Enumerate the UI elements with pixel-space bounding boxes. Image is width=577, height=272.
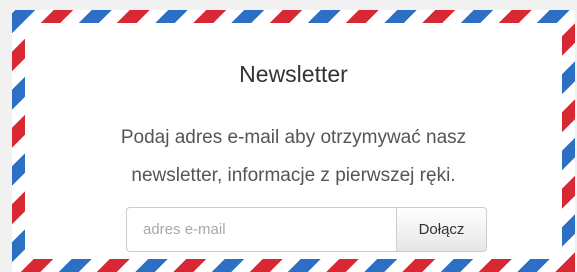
newsletter-description: Podaj adres e-mail aby otrzymywać nasz n… — [25, 119, 562, 195]
page: Newsletter Podaj adres e-mail aby otrzym… — [0, 0, 577, 272]
newsletter-card-content: Newsletter Podaj adres e-mail aby otrzym… — [25, 23, 562, 259]
newsletter-card-airmail-border: Newsletter Podaj adres e-mail aby otrzym… — [12, 10, 575, 272]
email-input[interactable] — [126, 207, 396, 252]
newsletter-title: Newsletter — [239, 61, 348, 87]
newsletter-signup-form: Dołącz — [126, 207, 487, 252]
join-button[interactable]: Dołącz — [396, 207, 487, 252]
newsletter-description-line-1: Podaj adres e-mail aby otrzymywać nasz — [120, 127, 467, 148]
newsletter-description-line-2: newsletter, informacje z pierwszej ręki. — [131, 165, 456, 186]
